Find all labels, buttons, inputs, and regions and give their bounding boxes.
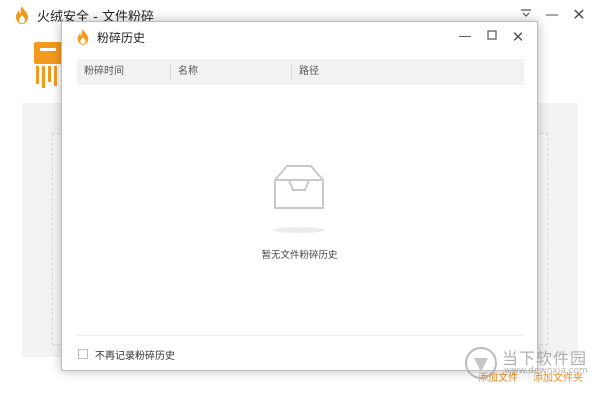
column-header-shred-time[interactable]: 粉碎时间 xyxy=(84,59,124,85)
shredder-hero-icon xyxy=(34,42,62,88)
dialog-minimize-icon[interactable]: — xyxy=(454,27,476,47)
main-close-icon[interactable]: ✕ xyxy=(568,4,590,26)
footer-divider xyxy=(77,335,524,336)
dialog-close-icon[interactable]: ✕ xyxy=(507,27,529,47)
column-divider[interactable] xyxy=(291,64,292,80)
stop-recording-checkbox[interactable] xyxy=(78,349,88,359)
huorong-logo-icon xyxy=(16,6,28,24)
history-table-header: 粉碎时间 名称 路径 xyxy=(77,59,524,85)
watermark-logo-icon xyxy=(465,347,497,379)
column-header-name[interactable]: 名称 xyxy=(178,59,198,85)
watermark: 当下软件园 www.downxia.com xyxy=(464,343,594,383)
column-header-path[interactable]: 路径 xyxy=(299,59,319,85)
dialog-titlebar[interactable]: 粉碎历史 — ✕ xyxy=(62,22,537,52)
watermark-url: www.downxia.com xyxy=(504,366,588,376)
column-divider[interactable] xyxy=(170,64,171,80)
dialog-title: 粉碎历史 xyxy=(97,31,146,45)
dialog-maximize-icon[interactable] xyxy=(481,27,503,47)
main-minimize-icon[interactable]: — xyxy=(541,4,563,26)
shred-history-dialog: 粉碎历史 — ✕ 粉碎时间 名称 路径 暂无文件粉碎历史 不再记录粉碎历史 xyxy=(61,21,538,371)
empty-state-message: 暂无文件粉碎历史 xyxy=(261,250,338,261)
empty-inbox-icon xyxy=(273,165,325,233)
huorong-logo-icon xyxy=(77,29,89,45)
stop-recording-label[interactable]: 不再记录粉碎历史 xyxy=(95,347,175,362)
